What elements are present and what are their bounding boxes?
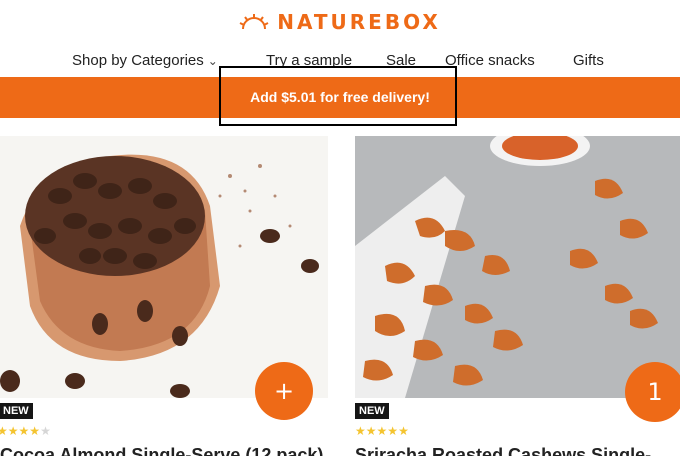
- product-card[interactable]: 1 NEW ★★★★★ Sriracha Roasted Cashews Sin…: [355, 136, 680, 456]
- add-to-cart-button[interactable]: +: [255, 362, 313, 420]
- cart-quantity-button[interactable]: 1: [625, 362, 680, 422]
- star-icon: ★: [365, 424, 377, 438]
- new-badge: NEW: [0, 403, 33, 419]
- sriracha-cashews-illustration: [355, 136, 680, 398]
- star-icon: ★: [0, 424, 8, 438]
- product-image[interactable]: [0, 136, 328, 398]
- star-icon: ★: [18, 424, 30, 438]
- star-rating: ★★★★★: [0, 424, 51, 438]
- star-icon: ★: [7, 424, 19, 438]
- product-image[interactable]: [355, 136, 680, 398]
- new-badge: NEW: [355, 403, 389, 419]
- brand-name: NATUREBOX: [277, 10, 441, 34]
- star-rating: ★★★★★: [355, 424, 409, 438]
- chevron-down-icon: ⌄: [207, 54, 218, 68]
- star-icon: ★: [387, 424, 399, 438]
- product-title[interactable]: Cocoa Almond Single-Serve (12 pack): [0, 446, 328, 456]
- cocoa-almonds-illustration: [0, 136, 328, 398]
- highlight-box: [219, 66, 457, 126]
- star-empty-icon: ★: [40, 424, 51, 438]
- quantity-count: 1: [647, 378, 663, 406]
- star-icon: ★: [29, 424, 41, 438]
- star-icon: ★: [376, 424, 388, 438]
- brand-logo[interactable]: NATUREBOX: [0, 10, 680, 34]
- product-card[interactable]: + NEW ★★★★★ Cocoa Almond Single-Serve (1…: [0, 136, 328, 456]
- sunrise-icon: [239, 14, 269, 30]
- product-title[interactable]: Sriracha Roasted Cashews Single-Serve: [355, 446, 680, 456]
- star-icon: ★: [398, 424, 409, 438]
- plus-icon: +: [273, 377, 295, 405]
- nav-item-label: Shop by Categories: [72, 52, 204, 69]
- star-icon: ★: [355, 424, 366, 438]
- nav-office-snacks[interactable]: Office snacks: [445, 52, 535, 69]
- nav-gifts[interactable]: Gifts: [573, 52, 604, 69]
- nav-shop-by-categories[interactable]: Shop by Categories ⌄: [72, 52, 218, 69]
